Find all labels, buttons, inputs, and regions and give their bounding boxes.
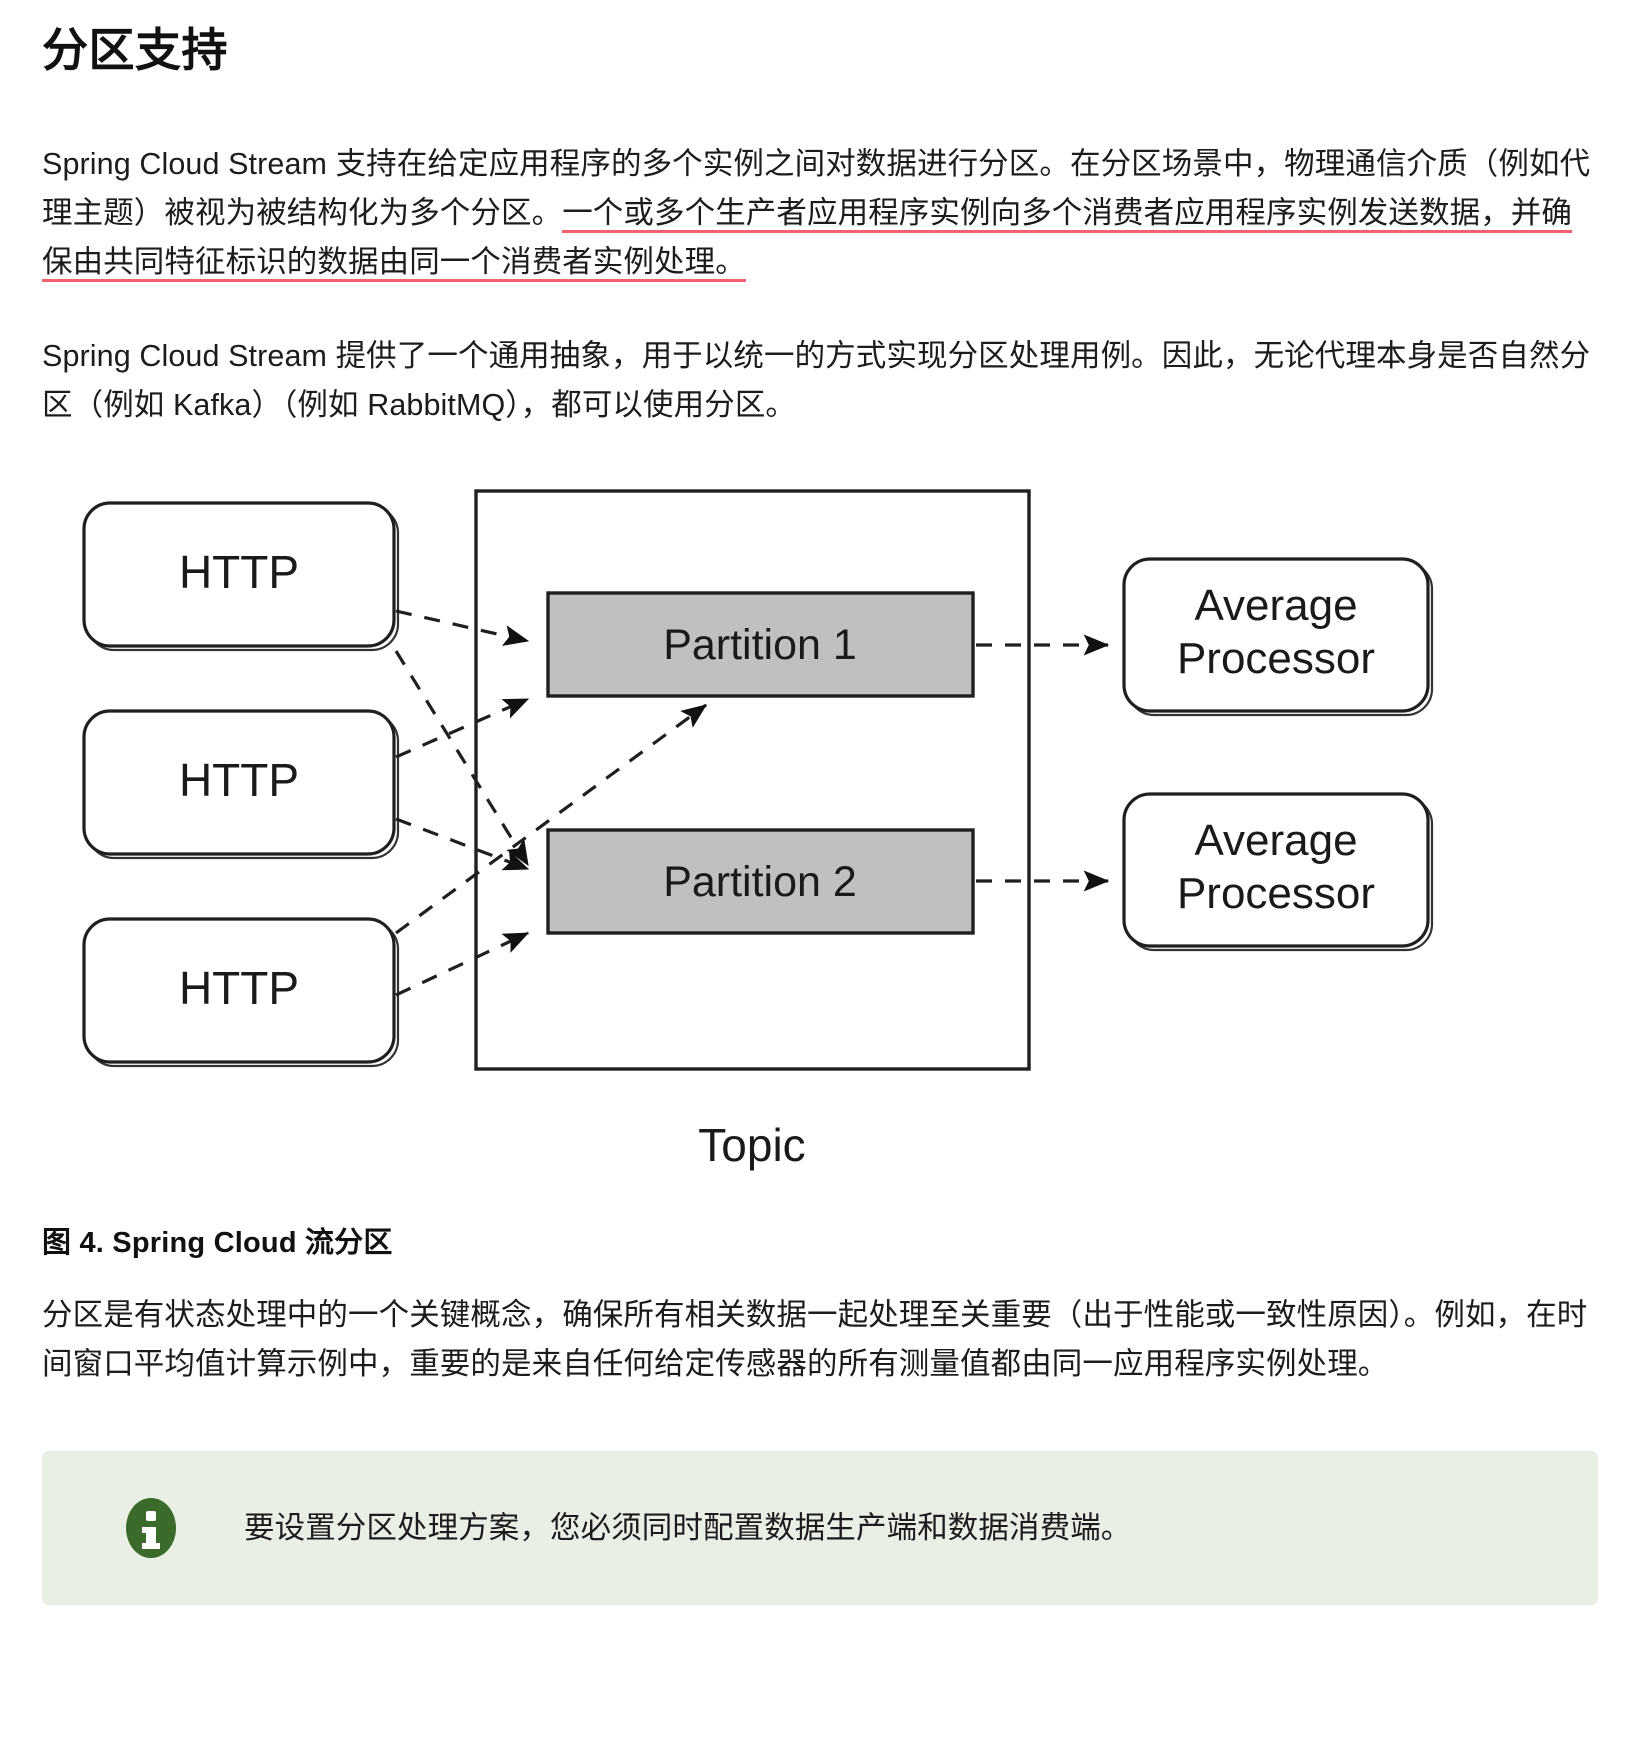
paragraph-1: Spring Cloud Stream 支持在给定应用程序的多个实例之间对数据进… (42, 140, 1598, 288)
producer-box-1: HTTP (82, 500, 400, 651)
svg-text:Average: Average (1194, 816, 1357, 865)
svg-text:Processor: Processor (1177, 869, 1375, 918)
svg-text:Partition 1: Partition 1 (663, 621, 857, 669)
topic-label: Topic (698, 1119, 805, 1171)
producer-box-2: HTTP (82, 708, 400, 859)
partitioning-diagram: HTTP HTTP HTTP Partition 1 Partition 2 A… (76, 483, 1476, 1183)
partition-box-2: Partition 2 (546, 827, 975, 935)
info-icon (120, 1497, 182, 1559)
note-text: 要设置分区处理方案，您必须同时配置数据生产端和数据消费端。 (244, 1510, 1132, 1545)
paragraph-3: 分区是有状态处理中的一个关键概念，确保所有相关数据一起处理至关重要（出于性能或一… (42, 1297, 1588, 1381)
svg-text:Partition 2: Partition 2 (663, 858, 857, 906)
consumer-box-2: Average Processor (1122, 791, 1434, 951)
page-title: 分区支持 (42, 24, 228, 76)
topic-container (474, 488, 1031, 1071)
partition-box-1: Partition 1 (546, 590, 975, 698)
svg-text:HTTP: HTTP (179, 754, 299, 806)
figure-caption: 图 4. Spring Cloud 流分区 (42, 1226, 393, 1259)
svg-text:HTTP: HTTP (179, 962, 299, 1014)
diagram-svg: HTTP HTTP HTTP Partition 1 Partition 2 A… (82, 488, 1434, 1171)
note-callout: 要设置分区处理方案，您必须同时配置数据生产端和数据消费端。 (42, 1451, 1598, 1606)
svg-text:HTTP: HTTP (179, 546, 299, 598)
consumer-box-1: Average Processor (1122, 556, 1434, 716)
document-page: 分区支持 Spring Cloud Stream 支持在给定应用程序的多个实例之… (0, 0, 1640, 1762)
producer-box-3: HTTP (82, 916, 400, 1067)
paragraph-2: Spring Cloud Stream 提供了一个通用抽象，用于以统一的方式实现… (42, 338, 1591, 423)
svg-text:Processor: Processor (1177, 634, 1375, 683)
svg-text:Average: Average (1194, 581, 1357, 630)
